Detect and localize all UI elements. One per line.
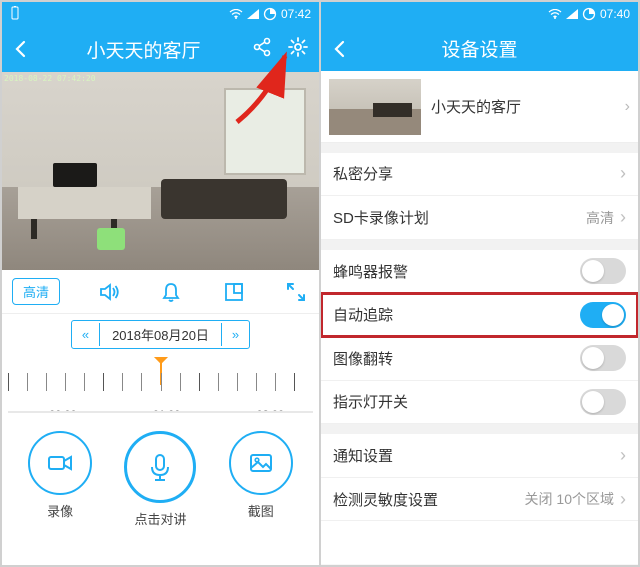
device-preview-row[interactable]: 小天天的客厅 › bbox=[321, 71, 638, 142]
timeline-label: 02:00 bbox=[257, 409, 285, 413]
setting-sensitivity[interactable]: 检测灵敏度设置 关闭 10个区域 › bbox=[321, 478, 638, 522]
timeline-scrubber[interactable]: 00:00 01:00 02:00 bbox=[8, 357, 313, 413]
wifi-icon bbox=[548, 9, 562, 19]
chevron-right-icon: › bbox=[620, 163, 626, 184]
setting-flip[interactable]: 图像翻转 bbox=[321, 337, 638, 381]
timeline-label: 01:00 bbox=[153, 409, 181, 413]
page-title: 设备设置 bbox=[355, 35, 604, 62]
screenshot-label: 截图 bbox=[248, 501, 274, 520]
setting-buzzer[interactable]: 蜂鸣器报警 bbox=[321, 250, 638, 294]
status-bar: 07:42 bbox=[2, 2, 319, 26]
date-prev-button[interactable]: « bbox=[72, 323, 100, 346]
wifi-icon bbox=[229, 9, 243, 19]
toggle-switch[interactable] bbox=[580, 389, 626, 415]
device-thumbnail bbox=[329, 79, 421, 135]
fullscreen-icon[interactable] bbox=[283, 279, 309, 305]
setting-label: 自动追踪 bbox=[333, 304, 580, 325]
chevron-right-icon: › bbox=[620, 207, 626, 228]
toggle-switch[interactable] bbox=[580, 345, 626, 371]
record-label: 录像 bbox=[47, 501, 73, 520]
setting-label: 私密分享 bbox=[333, 163, 620, 184]
quality-button[interactable]: 高清 bbox=[12, 278, 60, 305]
setting-label: 指示灯开关 bbox=[333, 391, 580, 412]
setting-sd-plan[interactable]: SD卡录像计划 高清 › bbox=[321, 196, 638, 240]
setting-value: 关闭 10个区域 bbox=[525, 489, 614, 509]
page-title: 小天天的客厅 bbox=[36, 36, 251, 63]
setting-value: 高清 bbox=[586, 208, 614, 228]
date-pager: « 2018年08月20日 » bbox=[71, 320, 250, 349]
video-timestamp: 2018-08-22 07:42:20 bbox=[4, 74, 96, 83]
toggle-switch[interactable] bbox=[580, 258, 626, 284]
signal-icon bbox=[566, 9, 578, 19]
multiview-icon[interactable] bbox=[221, 279, 247, 305]
setting-indicator[interactable]: 指示灯开关 bbox=[321, 381, 638, 425]
bell-icon[interactable] bbox=[158, 279, 184, 305]
chevron-right-icon: › bbox=[620, 489, 626, 510]
setting-label: 蜂鸣器报警 bbox=[333, 261, 580, 282]
speaker-icon[interactable] bbox=[96, 279, 122, 305]
video-toolbar: 高清 bbox=[2, 270, 319, 314]
setting-label: 通知设置 bbox=[333, 445, 620, 466]
setting-label: SD卡录像计划 bbox=[333, 207, 586, 228]
setting-label: 检测灵敏度设置 bbox=[333, 489, 525, 510]
talk-label: 点击对讲 bbox=[134, 509, 186, 528]
status-time: 07:42 bbox=[281, 7, 311, 21]
chevron-right-icon: › bbox=[625, 98, 630, 116]
setting-partial-row[interactable] bbox=[321, 521, 638, 565]
status-bar: 07:40 bbox=[321, 2, 638, 26]
annotation-arrow bbox=[229, 46, 299, 126]
date-value[interactable]: 2018年08月20日 bbox=[100, 321, 221, 348]
setting-auto-track[interactable]: 自动追踪 bbox=[321, 293, 638, 337]
setting-label: 图像翻转 bbox=[333, 348, 580, 369]
record-button[interactable]: 录像 bbox=[28, 431, 92, 528]
setting-notify[interactable]: 通知设置 › bbox=[321, 434, 638, 478]
status-time: 07:40 bbox=[600, 7, 630, 21]
date-next-button[interactable]: » bbox=[221, 323, 249, 346]
battery-icon bbox=[582, 7, 596, 21]
back-button[interactable] bbox=[331, 40, 355, 58]
setting-private-share[interactable]: 私密分享 › bbox=[321, 153, 638, 197]
talk-button[interactable]: 点击对讲 bbox=[124, 431, 196, 528]
header: 设备设置 bbox=[321, 26, 638, 72]
screenshot-button[interactable]: 截图 bbox=[229, 431, 293, 528]
toggle-switch[interactable] bbox=[580, 302, 626, 328]
timeline-label: 00:00 bbox=[49, 409, 77, 413]
back-button[interactable] bbox=[12, 40, 36, 58]
battery-icon bbox=[263, 7, 277, 21]
device-name: 小天天的客厅 bbox=[431, 96, 615, 117]
chevron-right-icon: › bbox=[620, 445, 626, 466]
signal-icon bbox=[247, 9, 259, 19]
